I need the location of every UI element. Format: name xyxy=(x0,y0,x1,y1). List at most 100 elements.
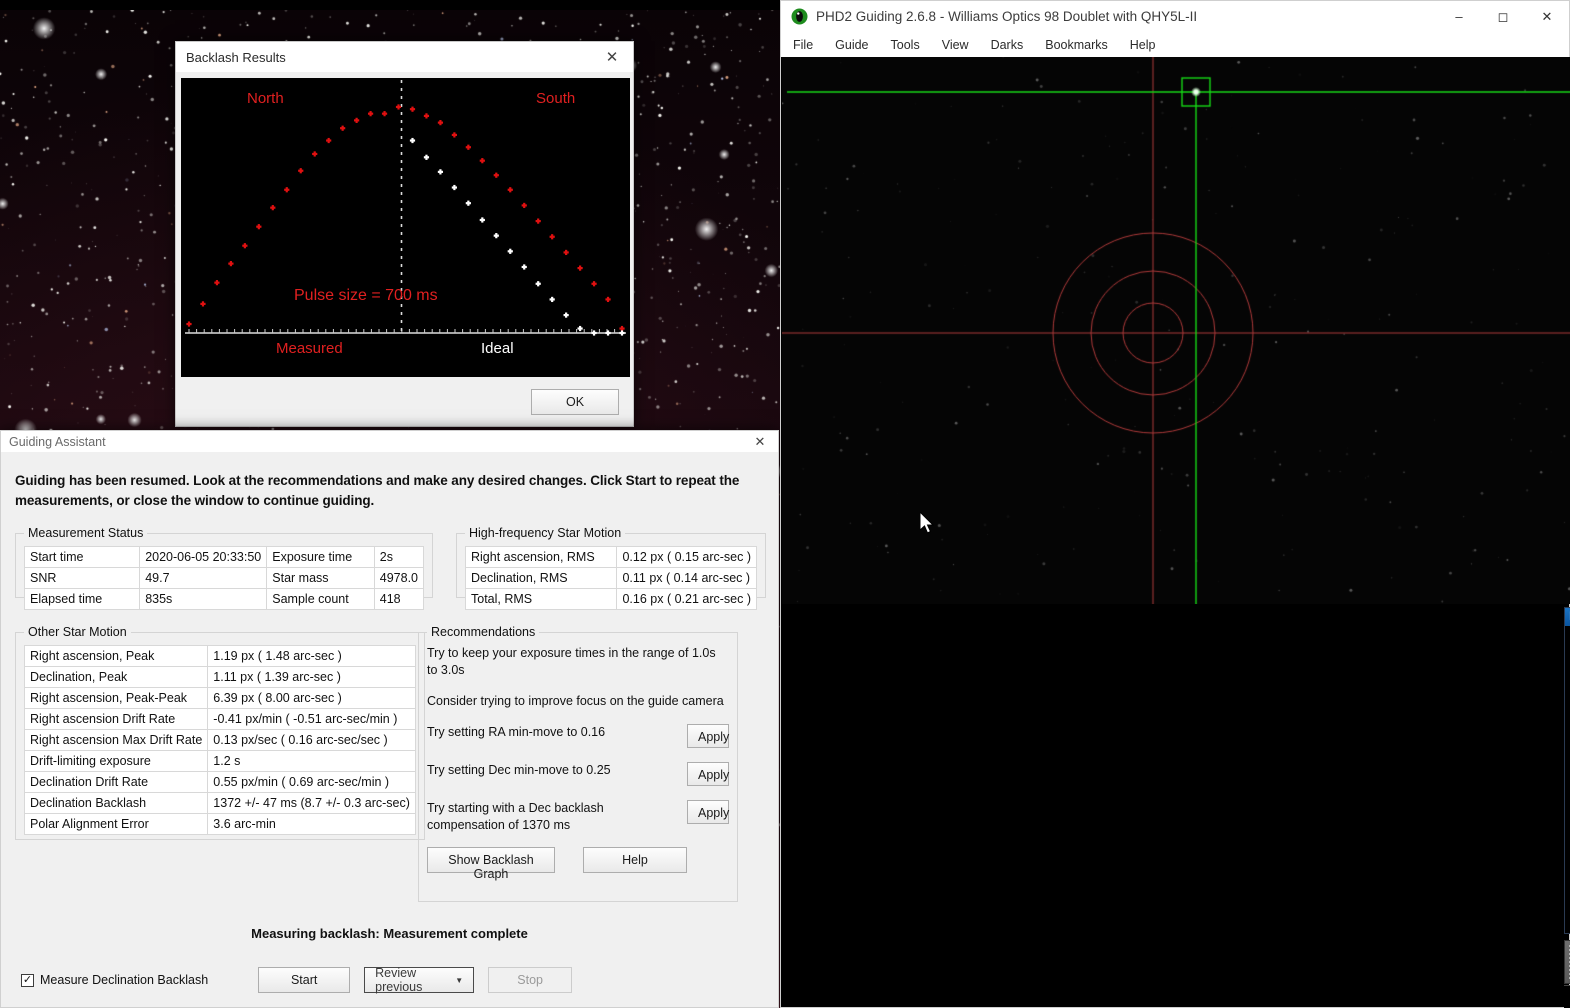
phd2-menubar: File Guide Tools View Darks Bookmarks Help xyxy=(781,32,1569,57)
table-cell: 1.19 px ( 1.48 arc-sec ) xyxy=(207,645,416,667)
table-cell: Declination Backlash xyxy=(23,792,209,814)
table-cell: 1.11 px ( 1.39 arc-sec ) xyxy=(207,666,416,688)
close-icon[interactable]: ✕ xyxy=(597,43,627,71)
phd2-titlebar[interactable]: PHD2 Guiding 2.6.8 - Williams Optics 98 … xyxy=(781,1,1569,32)
checkbox-icon[interactable]: ✓ xyxy=(21,973,34,987)
table-row: Declination Drift Rate 0.55 px/min ( 0.69… xyxy=(23,771,416,793)
table-cell: Right ascension Drift Rate xyxy=(23,708,209,730)
apply-button[interactable]: Apply xyxy=(687,723,729,748)
show-backlash-graph-button[interactable]: Show Backlash Graph xyxy=(427,847,555,881)
menu-item-darks[interactable]: Darks xyxy=(989,36,1026,54)
table-cell: 49.7 xyxy=(139,567,268,589)
table-cell: 0.13 px/sec ( 0.16 arc-sec/sec ) xyxy=(207,729,416,751)
measure-dec-backlash-checkbox[interactable]: ✓ Measure Declination Backlash xyxy=(21,973,208,987)
table-cell: Declination, Peak xyxy=(23,666,209,688)
table-cell-highlight: 0.12 px ( 0.15 arc-sec ) xyxy=(616,546,757,568)
review-previous-label: Review previous xyxy=(375,966,423,994)
table-cell: 2s xyxy=(373,546,425,568)
table-cell: -0.41 px/min ( -0.51 arc-sec/min ) xyxy=(207,708,416,730)
phd2-logo-icon xyxy=(791,8,808,25)
table-row: Right ascension, RMS 0.12 px ( 0.15 arc-s… xyxy=(464,546,757,568)
high-frequency-star-motion-group: High-frequency Star Motion Right ascensi… xyxy=(456,526,766,610)
table-row: Drift-limiting exposure 1.2 s xyxy=(23,750,416,772)
other-star-motion-table: Right ascension, Peak 1.19 px ( 1.48 arc-… xyxy=(23,645,416,835)
backlash-footer: OK xyxy=(176,378,633,426)
table-cell: 1372 +/- 47 ms (8.7 +/- 0.3 arc-sec) xyxy=(207,792,416,814)
table-row: Elapsed time 835s Sample count 418 xyxy=(23,588,425,610)
recommendation-text: Consider trying to improve focus on the … xyxy=(427,693,724,708)
guiding-assistant-window: Guiding Assistant ✕ Guiding has been res… xyxy=(0,430,779,1008)
guiding-assistant-bottom-bar: ✓ Measure Declination Backlash Start Rev… xyxy=(1,963,778,997)
apply-button[interactable]: Apply xyxy=(687,761,729,786)
table-cell: 1.2 s xyxy=(207,750,416,772)
recommendation-row: Try starting with a Dec backlash compens… xyxy=(427,799,729,834)
table-cell: 6.39 px ( 8.00 arc-sec ) xyxy=(207,687,416,709)
apply-button[interactable]: Apply xyxy=(687,799,729,824)
phd2-title-text: PHD2 Guiding 2.6.8 - Williams Optics 98 … xyxy=(816,9,1198,24)
table-cell: Start time xyxy=(23,546,141,568)
desktop-top-strip xyxy=(0,0,780,10)
history-panel-titlebar[interactable]: History ✕ xyxy=(1565,608,1570,626)
help-button[interactable]: Help xyxy=(583,847,687,874)
history-panel: History ✕ x:400 ▼ y: +/-4" ▼ Settings ▼ … xyxy=(1564,607,1570,934)
minimize-icon[interactable]: – xyxy=(1437,2,1481,32)
chevron-down-icon: ▼ xyxy=(455,975,464,985)
guiding-assistant-title: Guiding Assistant xyxy=(9,434,106,449)
recommendation-text: Try starting with a Dec backlash compens… xyxy=(427,800,604,832)
measurement-status-legend: Measurement Status xyxy=(28,526,144,540)
other-star-motion-legend: Other Star Motion xyxy=(28,625,127,639)
phd2-toolbar: STOP 2.0 s ▼ xyxy=(1564,940,1570,984)
menu-item-file[interactable]: File xyxy=(791,36,815,54)
svg-text:Ideal: Ideal xyxy=(481,340,514,357)
svg-text:Pulse size = 700 ms: Pulse size = 700 ms xyxy=(294,287,438,304)
recommendations-list: Try to keep your exposure times in the r… xyxy=(427,645,729,833)
recommendation-row: Try setting Dec min-move to 0.25 Apply xyxy=(427,761,729,786)
measurement-status-group: Measurement Status Start time 2020-06-05 … xyxy=(15,526,433,610)
recommendation-text: Try setting Dec min-move to 0.25 xyxy=(427,762,611,777)
table-row: Right ascension, Peak 1.19 px ( 1.48 arc-… xyxy=(23,645,416,667)
table-row: Declination Backlash 1372 +/- 47 ms (8.7 … xyxy=(23,792,416,814)
menu-item-help[interactable]: Help xyxy=(1128,36,1158,54)
table-row: Right ascension, Peak-Peak 6.39 px ( 8.00… xyxy=(23,687,416,709)
backlash-title: Backlash Results xyxy=(186,49,286,65)
recommendation-row: Consider trying to improve focus on the … xyxy=(427,693,729,710)
backlash-titlebar[interactable]: Backlash Results ✕ xyxy=(176,42,633,73)
table-cell: Right ascension, Peak xyxy=(23,645,209,667)
review-previous-dropdown[interactable]: Review previous ▼ xyxy=(364,966,475,994)
table-cell: 2020-06-05 20:33:50 xyxy=(139,546,268,568)
svg-text:South: South xyxy=(536,90,575,107)
menu-item-view[interactable]: View xyxy=(940,36,971,54)
table-cell: 418 xyxy=(373,588,425,610)
table-cell: 0.55 px/min ( 0.69 arc-sec/min ) xyxy=(207,771,416,793)
close-icon[interactable]: ✕ xyxy=(748,432,772,452)
table-row: Start time 2020-06-05 20:33:50 Exposure ti… xyxy=(23,546,425,568)
table-row: Total, RMS 0.16 px ( 0.21 arc-sec ) xyxy=(464,588,757,610)
table-row: Polar Alignment Error 3.6 arc-min xyxy=(23,813,416,835)
table-cell: Drift-limiting exposure xyxy=(23,750,209,772)
table-cell: Exposure time xyxy=(266,546,375,568)
high-frequency-legend: High-frequency Star Motion xyxy=(469,526,622,540)
guiding-assistant-titlebar[interactable]: Guiding Assistant ✕ xyxy=(1,431,778,453)
menu-item-bookmarks[interactable]: Bookmarks xyxy=(1043,36,1110,54)
menu-item-guide[interactable]: Guide xyxy=(833,36,870,54)
maximize-icon[interactable]: ◻ xyxy=(1481,2,1525,32)
guide-frame-canvas xyxy=(782,57,1570,604)
table-cell: Sample count xyxy=(266,588,375,610)
table-cell: Total, RMS xyxy=(464,588,618,610)
table-row: Declination, RMS 0.11 px ( 0.14 arc-sec ) xyxy=(464,567,757,589)
close-icon[interactable]: ✕ xyxy=(1525,2,1569,32)
phd2-statusbar: Guiding SNR 50.2 169 ms, 0.9 px Dark Cal xyxy=(1564,985,1570,1008)
table-cell: Declination, RMS xyxy=(464,567,618,589)
guide-camera-view[interactable] xyxy=(782,57,1570,604)
measurement-status-table: Start time 2020-06-05 20:33:50 Exposure ti… xyxy=(23,546,425,610)
ok-button[interactable]: OK xyxy=(531,389,619,415)
start-button[interactable]: Start xyxy=(258,967,351,993)
stop-button[interactable]: Stop xyxy=(488,967,573,993)
table-cell-highlight: 0.16 px ( 0.21 arc-sec ) xyxy=(616,588,757,610)
recommendations-group: Recommendations Try to keep your exposur… xyxy=(418,625,738,902)
table-cell: 4978.0 xyxy=(373,567,425,589)
recommendation-row: Try setting RA min-move to 0.16 Apply xyxy=(427,723,729,748)
phd2-main-window: PHD2 Guiding 2.6.8 - Williams Optics 98 … xyxy=(780,0,1570,1008)
menu-item-tools[interactable]: Tools xyxy=(889,36,922,54)
measure-dec-backlash-label: Measure Declination Backlash xyxy=(40,973,209,987)
